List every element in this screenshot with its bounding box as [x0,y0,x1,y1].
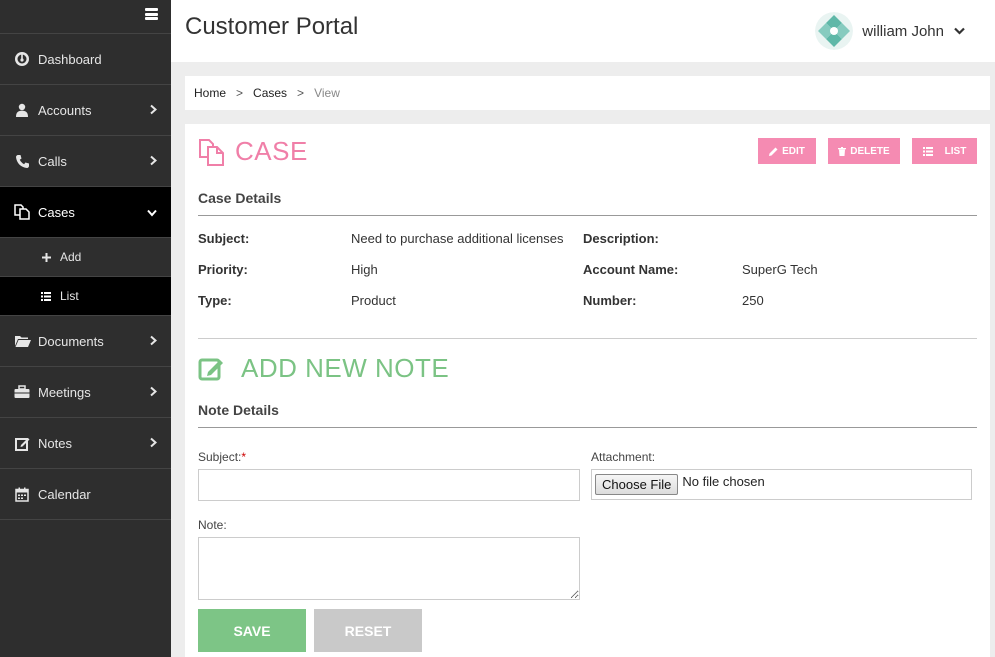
top-header: Customer Portal william John [171,0,995,62]
menu-toggle-icon[interactable] [145,8,158,20]
sidebar-item-label: Calls [38,153,67,169]
sidebar-subitem-label: List [60,289,79,303]
sidebar-subitem-add-case[interactable]: Add [0,238,171,277]
sidebar-item-notes[interactable]: Notes [0,418,171,469]
delete-button[interactable]: DELETE [828,138,900,164]
sidebar-item-label: Calendar [38,486,91,502]
edit-button-label: EDIT [782,145,805,157]
chevron-right-icon [150,103,158,118]
app-title: Customer Portal [185,13,359,40]
note-body-label: Note: [198,518,227,532]
dashboard-icon [13,50,31,68]
file-status-text: No file chosen [682,474,765,489]
account-name-label: Account Name: [583,262,679,277]
sidebar-item-label: Documents [38,333,104,349]
note-details-heading: Note Details [198,402,977,428]
breadcrumb: Home > Cases > View [185,76,990,110]
chevron-down-icon [147,205,157,220]
list-icon [922,146,933,156]
copy-icon [198,138,226,166]
note-subject-input[interactable] [198,469,580,501]
sidebar-subitem-list-cases[interactable]: List [0,277,171,316]
description-label: Description: [583,231,659,246]
priority-value: High [351,262,378,277]
sidebar-item-label: Meetings [38,384,91,400]
chevron-down-icon [954,22,965,40]
type-label: Type: [198,293,232,308]
briefcase-icon [13,383,31,401]
delete-button-label: DELETE [850,145,890,157]
user-name: william John [862,22,944,40]
breadcrumb-separator: > [297,86,305,100]
sidebar-item-calls[interactable]: Calls [0,136,171,187]
user-icon [13,101,31,119]
sidebar-item-accounts[interactable]: Accounts [0,85,171,136]
list-icon [40,291,52,301]
sidebar-item-label: Cases [38,204,75,220]
sidebar-item-documents[interactable]: Documents [0,316,171,367]
trash-icon [838,146,847,156]
type-value: Product [351,293,396,308]
attachment-file-input: Choose File No file chosen [591,469,972,500]
add-note-title: ADD NEW NOTE [241,353,450,383]
plus-icon [40,252,52,262]
case-header: CASE [198,136,308,167]
subject-label: Subject: [198,231,250,246]
case-title: CASE [235,136,308,166]
sidebar-item-label: Dashboard [38,51,102,67]
number-value: 250 [742,293,764,308]
sidebar-item-label: Accounts [38,102,92,118]
reset-button[interactable]: RESET [314,609,422,652]
sidebar-item-meetings[interactable]: Meetings [0,367,171,418]
case-actions: EDIT DELETE LIST [758,138,977,164]
avatar [815,12,854,50]
save-button[interactable]: SAVE [198,609,306,652]
phone-icon [13,152,31,170]
edit-icon [198,355,225,382]
note-body-textarea[interactable] [198,537,580,600]
breadcrumb-home[interactable]: Home [194,86,226,100]
breadcrumb-separator: > [236,86,244,100]
chevron-right-icon [150,154,158,169]
choose-file-button[interactable]: Choose File [595,474,679,495]
sidebar-item-dashboard[interactable]: Dashboard [0,34,171,85]
case-view-panel: CASE EDIT DELETE LIST Case Details Subje… [185,124,990,657]
folder-open-icon [13,332,31,350]
user-menu[interactable]: william John [815,12,965,50]
sidebar-item-calendar[interactable]: Calendar [0,469,171,520]
number-label: Number: [583,293,637,308]
list-button-label: LIST [944,145,967,157]
chevron-right-icon [150,385,158,400]
account-name-value: SuperG Tech [742,262,818,277]
edit-button[interactable]: EDIT [758,138,816,164]
case-details-heading: Case Details [198,190,977,216]
attachment-label: Attachment: [591,450,656,464]
required-marker: * [241,450,247,464]
sidebar: Dashboard Accounts Calls Cases Add List … [0,0,171,657]
sidebar-top [0,0,171,34]
breadcrumb-cases[interactable]: Cases [253,86,287,100]
edit-icon [13,434,31,452]
pencil-icon [769,147,778,156]
sidebar-subitem-label: Add [60,250,82,264]
copy-icon [13,203,31,221]
chevron-right-icon [150,334,158,349]
section-divider [198,338,977,339]
note-subject-label: Subject:* [198,450,247,464]
chevron-right-icon [150,436,158,451]
subject-value: Need to purchase additional licenses [351,231,564,246]
breadcrumb-current: View [314,86,340,100]
add-note-header: ADD NEW NOTE [198,353,449,384]
list-button[interactable]: LIST [912,138,977,164]
priority-label: Priority: [198,262,248,277]
calendar-icon [13,485,31,503]
sidebar-item-label: Notes [38,435,72,451]
sidebar-item-cases[interactable]: Cases [0,187,171,238]
